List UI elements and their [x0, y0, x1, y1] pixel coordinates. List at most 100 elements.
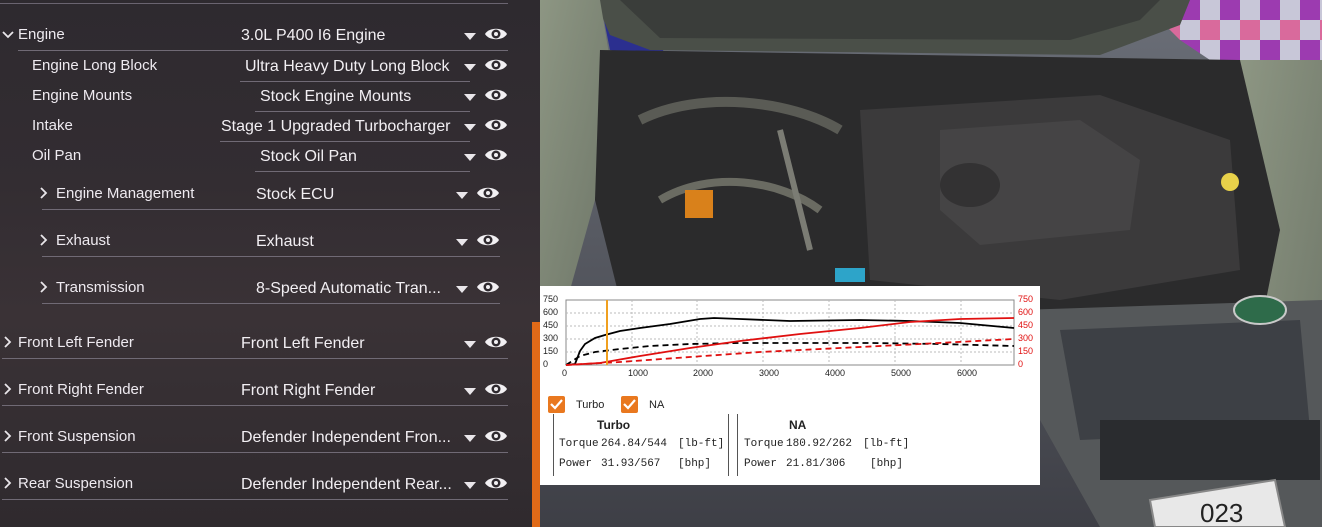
eye-icon[interactable]	[476, 231, 500, 249]
part-row-front-suspension[interactable]: Front Suspension Defender Independent Fro…	[0, 423, 510, 453]
chevron-right-icon[interactable]	[38, 233, 50, 247]
na-power-label: Power	[744, 458, 778, 470]
x-axis-tick: 2000	[693, 368, 714, 378]
turbo-torque-unit: [lb-ft]	[678, 438, 725, 450]
eye-icon[interactable]	[484, 380, 508, 398]
row-divider	[42, 303, 500, 304]
part-row-front-left-fender[interactable]: Front Left Fender Front Left Fender	[0, 329, 510, 359]
part-row-front-right-fender[interactable]: Front Right Fender Front Right Fender	[0, 376, 510, 406]
eye-icon[interactable]	[484, 146, 508, 164]
turbo-torque-value: 264.84/544	[601, 438, 668, 450]
part-row-engine-mounts[interactable]: Engine Mounts Stock Engine Mounts	[0, 82, 510, 112]
turbo-toggle-label: Turbo	[576, 399, 605, 411]
eye-icon[interactable]	[476, 278, 500, 296]
na-torque-line	[565, 342, 1015, 366]
eye-icon[interactable]	[484, 427, 508, 445]
part-label: Engine Long Block	[32, 57, 158, 74]
part-value-dropdown[interactable]: Stock Oil Pan	[260, 148, 357, 166]
chevron-right-icon[interactable]	[38, 186, 50, 200]
eye-icon[interactable]	[484, 116, 508, 134]
dropdown-arrow-icon[interactable]	[464, 33, 476, 40]
na-toggle-checkbox[interactable]	[621, 396, 638, 413]
dropdown-arrow-icon[interactable]	[456, 192, 468, 199]
x-axis-tick: 4000	[825, 368, 846, 378]
dropdown-arrow-icon[interactable]	[464, 64, 476, 71]
part-value-dropdown[interactable]: Front Right Fender	[241, 382, 375, 400]
part-label: Front Suspension	[18, 428, 136, 445]
check-icon	[623, 399, 636, 410]
right-axis-tick: 300	[1018, 333, 1034, 343]
part-label: Intake	[32, 117, 73, 134]
eye-icon[interactable]	[484, 333, 508, 351]
part-row-engine-long-block[interactable]: Engine Long Block Ultra Heavy Duty Long B…	[0, 52, 510, 82]
part-value-dropdown[interactable]: Front Left Fender	[241, 335, 365, 353]
turbo-power-unit: [bhp]	[678, 458, 712, 470]
na-torque-value: 180.92/262	[786, 438, 853, 450]
divider	[553, 414, 554, 476]
right-axis-tick: 750	[1018, 294, 1034, 304]
dropdown-arrow-icon[interactable]	[464, 154, 476, 161]
eye-icon[interactable]	[484, 474, 508, 492]
chevron-right-icon[interactable]	[2, 335, 14, 349]
part-label: Front Right Fender	[18, 381, 144, 398]
part-value-dropdown[interactable]: 3.0L P400 I6 Engine	[241, 27, 385, 45]
dropdown-arrow-icon[interactable]	[464, 388, 476, 395]
turbo-stats-heading: Turbo	[597, 418, 631, 432]
row-divider	[2, 358, 508, 359]
chart-plot-area	[565, 299, 1015, 366]
part-label: Front Left Fender	[18, 334, 134, 351]
chevron-right-icon[interactable]	[38, 280, 50, 294]
part-value-dropdown[interactable]: Stock ECU	[256, 186, 334, 204]
eye-icon[interactable]	[484, 86, 508, 104]
part-row-engine[interactable]: Engine 3.0L P400 I6 Engine	[0, 21, 510, 51]
part-label: Engine	[18, 26, 65, 43]
left-axis-tick: 450	[543, 320, 559, 330]
turbo-toggle-checkbox[interactable]	[548, 396, 565, 413]
left-axis-tick: 600	[543, 307, 559, 317]
parts-panel: Engine 3.0L P400 I6 Engine Engine Long Blo…	[0, 0, 540, 527]
dropdown-arrow-icon[interactable]	[464, 482, 476, 489]
dropdown-arrow-icon[interactable]	[464, 341, 476, 348]
row-divider	[2, 452, 508, 453]
dropdown-arrow-icon[interactable]	[464, 94, 476, 101]
part-row-oil-pan[interactable]: Oil Pan Stock Oil Pan	[0, 142, 510, 172]
na-power-unit: [bhp]	[870, 458, 904, 470]
part-value-dropdown[interactable]: Exhaust	[256, 233, 314, 251]
dropdown-arrow-icon[interactable]	[456, 239, 468, 246]
part-row-intake[interactable]: Intake Stage 1 Upgraded Turbocharger	[0, 112, 510, 142]
part-label: Engine Mounts	[32, 87, 133, 104]
chevron-right-icon[interactable]	[2, 382, 14, 396]
part-value-dropdown[interactable]: Defender Independent Fron...	[241, 429, 451, 447]
part-label: Transmission	[56, 279, 145, 296]
chevron-right-icon[interactable]	[2, 429, 14, 443]
na-torque-unit: [lb-ft]	[863, 438, 910, 450]
chevron-right-icon[interactable]	[2, 476, 14, 490]
chevron-down-icon[interactable]	[2, 27, 14, 41]
part-label: Rear Suspension	[18, 475, 134, 492]
part-value-dropdown[interactable]: Ultra Heavy Duty Long Block	[245, 58, 450, 76]
part-value-dropdown[interactable]: 8-Speed Automatic Tran...	[256, 280, 441, 298]
part-label: Engine Management	[56, 185, 195, 202]
row-divider	[255, 171, 470, 172]
eye-icon[interactable]	[484, 25, 508, 43]
part-row-engine-management[interactable]: Engine Management Stock ECU	[0, 180, 510, 210]
check-icon	[550, 399, 563, 410]
part-row-rear-suspension[interactable]: Rear Suspension Defender Independent Rear…	[0, 470, 510, 500]
left-axis-tick: 750	[543, 294, 559, 304]
eye-icon[interactable]	[484, 56, 508, 74]
eye-icon[interactable]	[476, 184, 500, 202]
dropdown-arrow-icon[interactable]	[464, 124, 476, 131]
row-divider	[2, 405, 508, 406]
dropdown-arrow-icon[interactable]	[456, 286, 468, 293]
part-row-transmission[interactable]: Transmission 8-Speed Automatic Tran...	[0, 274, 510, 304]
x-axis-tick: 0	[562, 368, 568, 378]
part-value-dropdown[interactable]: Defender Independent Rear...	[241, 476, 452, 494]
x-axis-tick: 5000	[891, 368, 912, 378]
part-value-dropdown[interactable]: Stock Engine Mounts	[260, 88, 411, 106]
dropdown-arrow-icon[interactable]	[464, 435, 476, 442]
part-value-dropdown[interactable]: Stage 1 Upgraded Turbocharger	[221, 118, 450, 136]
turbo-power-value: 31.93/567	[601, 458, 661, 470]
part-row-exhaust[interactable]: Exhaust Exhaust	[0, 227, 510, 257]
turbo-power-line	[565, 317, 1015, 366]
right-axis-tick: 450	[1018, 320, 1034, 330]
